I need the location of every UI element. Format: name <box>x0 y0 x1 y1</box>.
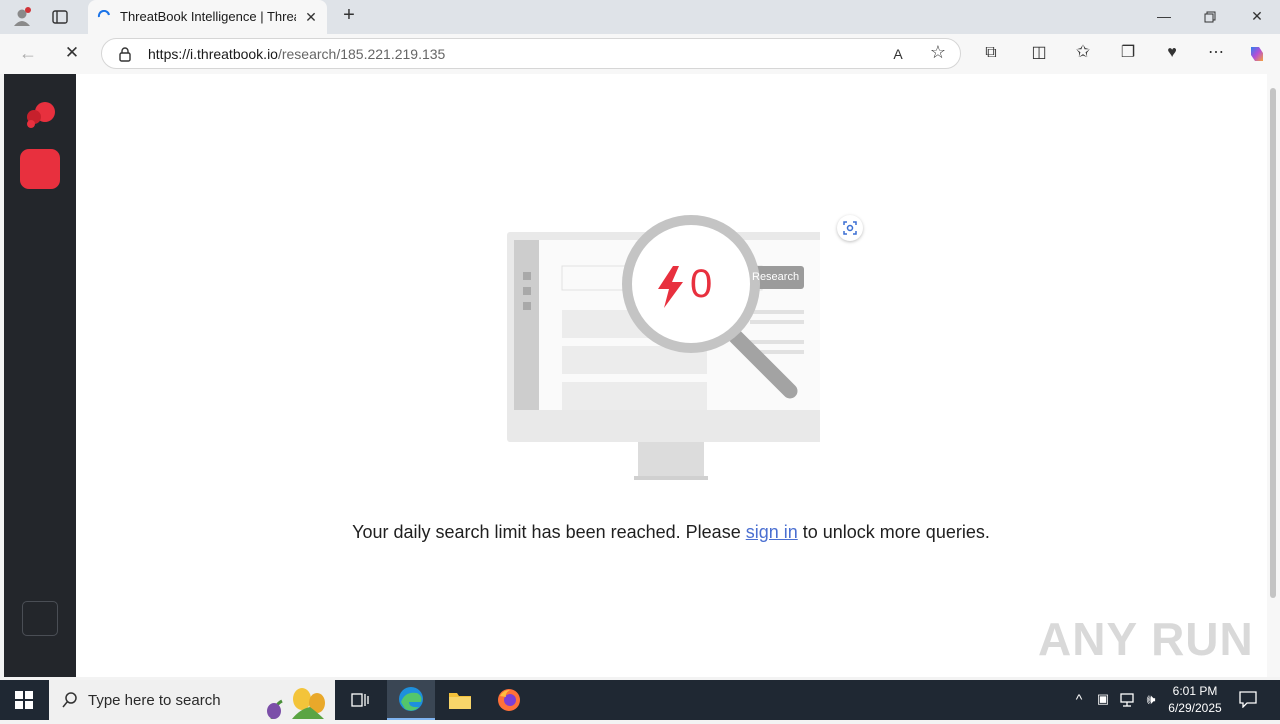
lock-icon[interactable] <box>118 46 132 62</box>
tab-title: ThreatBook Intelligence | ThreatB <box>120 9 296 24</box>
back-icon[interactable]: ← <box>18 44 38 62</box>
tab-close-icon[interactable]: ✕ <box>303 9 319 25</box>
edge-taskbar-button[interactable] <box>387 680 435 720</box>
minimize-icon[interactable]: — <box>1156 8 1172 24</box>
scrollbar[interactable] <box>1267 74 1280 677</box>
notifications-icon[interactable] <box>1239 691 1257 709</box>
tab-loading-icon <box>97 9 111 24</box>
research-nav-button[interactable] <box>20 149 60 189</box>
windows-start-icon[interactable] <box>15 691 33 709</box>
edge-icon <box>399 687 423 711</box>
tray-overflow-icon[interactable]: ^ <box>1071 691 1087 707</box>
copilot-icon[interactable] <box>1247 44 1267 64</box>
collections-icon[interactable]: ❐ <box>1119 45 1137 61</box>
sign-in-link[interactable]: sign in <box>746 522 798 542</box>
anyrun-watermark: ANY RUN <box>1038 613 1254 665</box>
tab-actions-icon[interactable] <box>52 9 68 25</box>
file-explorer-icon[interactable] <box>448 689 472 711</box>
read-aloud-icon[interactable]: A <box>889 46 907 62</box>
extensions-icon[interactable]: ⧉ <box>982 45 1000 61</box>
network-icon[interactable] <box>1118 692 1136 708</box>
stop-loading-icon[interactable]: ✕ <box>62 44 82 61</box>
threatbook-logo[interactable] <box>23 100 57 130</box>
visual-search-icon[interactable] <box>837 215 863 241</box>
tulip-decoration-icon <box>262 683 334 720</box>
volume-icon[interactable]: 🕪 <box>1142 691 1160 707</box>
favorite-star-icon[interactable]: ☆ <box>928 43 948 61</box>
account-button[interactable] <box>22 601 58 636</box>
restore-icon[interactable] <box>1204 10 1216 23</box>
taskbar-clock[interactable]: 6:01 PM 6/29/2025 <box>1160 683 1230 717</box>
url-text[interactable]: https://i.threatbook.io/research/185.221… <box>148 46 445 62</box>
search-illustration <box>500 210 835 485</box>
search-icon <box>62 692 78 708</box>
tray-device-icon[interactable]: ▣ <box>1095 691 1111 707</box>
firefox-icon[interactable] <box>497 688 521 712</box>
search-limit-message: Your daily search limit has been reached… <box>352 522 990 542</box>
browser-essentials-icon[interactable]: ♥ <box>1163 45 1181 61</box>
split-screen-icon[interactable]: ◫ <box>1030 45 1048 61</box>
taskbar-search-placeholder: Type here to search <box>88 692 221 709</box>
illustration-search-label: Research <box>752 271 800 283</box>
new-tab-icon[interactable]: + <box>339 5 359 25</box>
favorites-icon[interactable]: ✩ <box>1074 43 1092 60</box>
profile-icon[interactable] <box>12 7 32 27</box>
illustration-count: 0 <box>690 262 713 306</box>
close-window-icon[interactable]: ✕ <box>1249 8 1265 24</box>
more-menu-icon[interactable]: ⋯ <box>1207 45 1225 61</box>
task-view-icon[interactable] <box>351 691 369 709</box>
